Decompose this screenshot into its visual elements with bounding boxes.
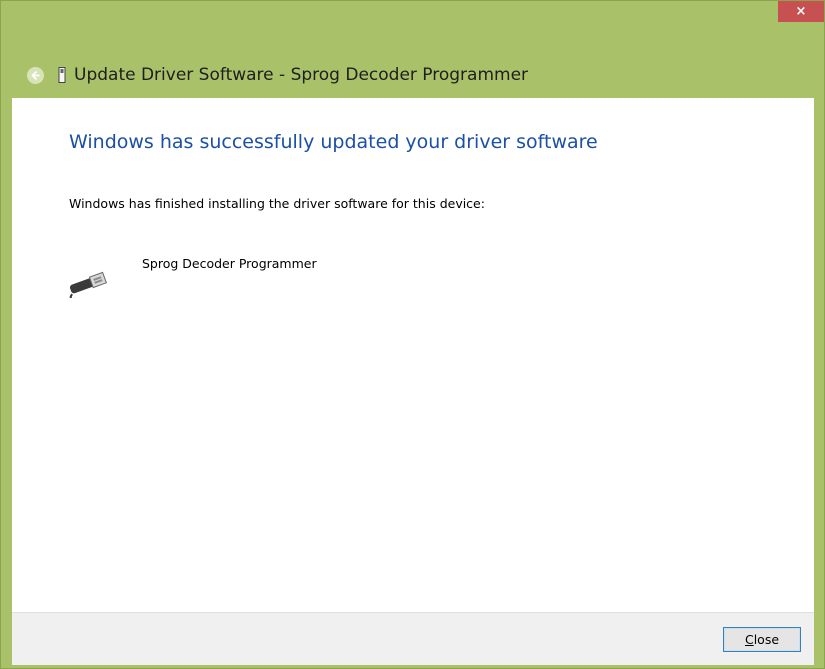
close-icon: × bbox=[795, 4, 807, 19]
close-button-label: lose bbox=[753, 632, 780, 647]
dialog-footer: Close bbox=[12, 612, 814, 665]
back-button[interactable] bbox=[27, 66, 44, 84]
usb-device-small-icon bbox=[56, 66, 68, 84]
usb-device-icon bbox=[67, 266, 109, 301]
close-button[interactable]: Close bbox=[723, 627, 801, 652]
content-panel: Windows has successfully updated your dr… bbox=[12, 98, 814, 612]
page-heading: Windows has successfully updated your dr… bbox=[69, 131, 598, 153]
window-close-button[interactable]: × bbox=[778, 1, 824, 22]
back-arrow-icon bbox=[31, 70, 40, 80]
title-bar: Update Driver Software - Sprog Decoder P… bbox=[1, 55, 824, 95]
close-button-accelerator: C bbox=[744, 632, 754, 647]
device-name: Sprog Decoder Programmer bbox=[142, 256, 317, 271]
dialog-window: × Update Driver Software - Sprog Decoder… bbox=[0, 0, 825, 669]
window-title: Update Driver Software - Sprog Decoder P… bbox=[74, 65, 529, 85]
description-text: Windows has finished installing the driv… bbox=[69, 196, 485, 211]
